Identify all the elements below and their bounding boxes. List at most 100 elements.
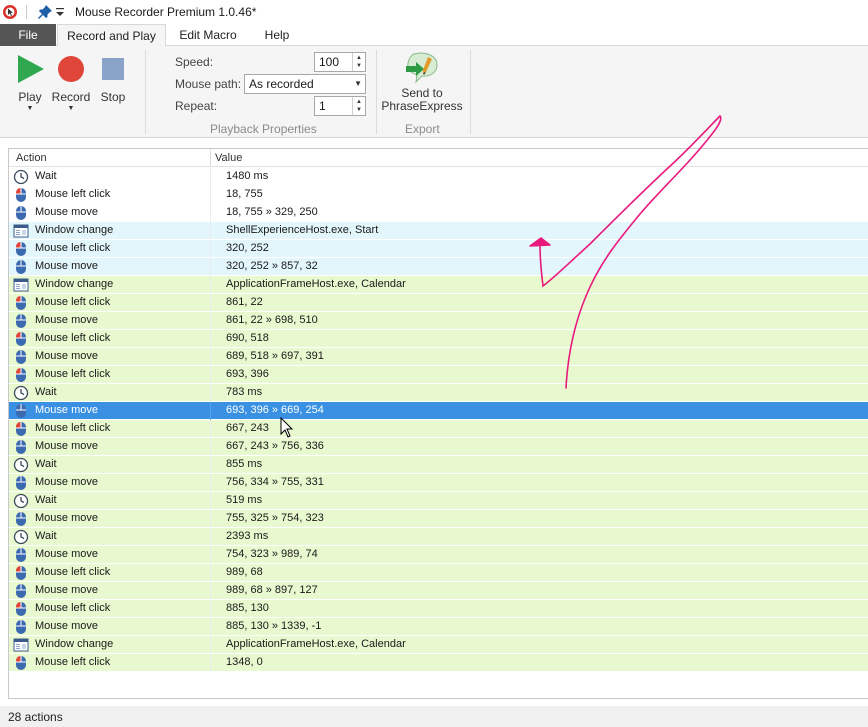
row-action: Mouse left click xyxy=(35,656,111,668)
table-row[interactable]: Window change ShellExperienceHost.exe, St… xyxy=(9,222,868,240)
mouse-icon xyxy=(13,349,29,365)
column-header-action[interactable]: Action xyxy=(16,152,47,164)
stop-label: Stop xyxy=(100,90,126,104)
row-value: 18, 755 » 329, 250 xyxy=(226,206,318,218)
stop-button[interactable]: Stop xyxy=(93,54,133,104)
tab-file[interactable]: File xyxy=(0,24,56,46)
repeat-spin-arrows[interactable]: ▲ ▼ xyxy=(352,97,365,115)
mouse-icon xyxy=(13,619,29,635)
row-value: 667, 243 xyxy=(226,422,269,434)
row-action: Wait xyxy=(35,494,57,506)
table-row[interactable]: Mouse left click 18, 755 xyxy=(9,186,868,204)
table-row[interactable]: Mouse left click 861, 22 xyxy=(9,294,868,312)
speed-spin-arrows[interactable]: ▲ ▼ xyxy=(352,53,365,71)
mouse-icon xyxy=(13,547,29,563)
record-button[interactable]: Record ▼ xyxy=(51,54,91,113)
play-button[interactable]: Play ▼ xyxy=(10,54,50,113)
table-row[interactable]: Window change ApplicationFrameHost.exe, C… xyxy=(9,276,868,294)
quick-access-dropdown-icon[interactable] xyxy=(55,6,65,18)
table-row[interactable]: Mouse move 18, 755 » 329, 250 xyxy=(9,204,868,222)
table-row[interactable]: Mouse move 667, 243 » 756, 336 xyxy=(9,438,868,456)
ribbon-group-separator xyxy=(470,50,471,134)
mouse-icon xyxy=(13,205,29,221)
cell-separator xyxy=(210,384,211,402)
mouse-icon xyxy=(13,259,29,275)
tab-edit-macro[interactable]: Edit Macro xyxy=(166,24,250,46)
cell-separator xyxy=(210,600,211,618)
pin-icon[interactable] xyxy=(37,4,53,20)
repeat-stepper[interactable]: 1 ▲ ▼ xyxy=(314,96,366,116)
mouse-icon xyxy=(13,439,29,455)
row-action: Mouse left click xyxy=(35,368,111,380)
table-row[interactable]: Mouse move 689, 518 » 697, 391 xyxy=(9,348,868,366)
row-action: Mouse left click xyxy=(35,602,111,614)
row-value: 756, 334 » 755, 331 xyxy=(226,476,324,488)
table-row[interactable]: Mouse move 756, 334 » 755, 331 xyxy=(9,474,868,492)
table-row[interactable]: Mouse left click 667, 243 xyxy=(9,420,868,438)
column-separator[interactable] xyxy=(210,149,211,167)
mouse-path-label: Mouse path: xyxy=(175,77,242,91)
cell-separator xyxy=(210,294,211,312)
tab-help[interactable]: Help xyxy=(250,24,304,46)
record-dropdown-icon[interactable]: ▼ xyxy=(68,105,75,113)
title-bar: Mouse Recorder Premium 1.0.46* xyxy=(0,0,868,24)
table-row[interactable]: Mouse move 885, 130 » 1339, -1 xyxy=(9,618,868,636)
row-action: Wait xyxy=(35,530,57,542)
play-label: Play xyxy=(18,90,42,104)
cell-separator xyxy=(210,636,211,654)
row-value: 755, 325 » 754, 323 xyxy=(226,512,324,524)
row-action: Mouse left click xyxy=(35,242,111,254)
cell-separator xyxy=(210,420,211,438)
play-dropdown-icon[interactable]: ▼ xyxy=(27,105,34,113)
table-row[interactable]: Mouse move 754, 323 » 989, 74 xyxy=(9,546,868,564)
table-row[interactable]: Mouse left click 989, 68 xyxy=(9,564,868,582)
table-row[interactable]: Wait 519 ms xyxy=(9,492,868,510)
mouse-icon xyxy=(13,403,29,419)
table-row[interactable]: Wait 855 ms xyxy=(9,456,868,474)
table-row[interactable]: Mouse left click 1348, 0 xyxy=(9,654,868,672)
mouse-left-click-icon xyxy=(13,187,29,203)
table-row[interactable]: Mouse left click 690, 518 xyxy=(9,330,868,348)
table-row[interactable]: Mouse move 989, 68 » 897, 127 xyxy=(9,582,868,600)
row-value: 689, 518 » 697, 391 xyxy=(226,350,324,362)
table-row[interactable]: Mouse left click 693, 396 xyxy=(9,366,868,384)
table-row[interactable]: Mouse move 755, 325 » 754, 323 xyxy=(9,510,868,528)
send-to-phraseexpress-button[interactable]: Send to PhraseExpress xyxy=(380,52,464,113)
table-row-selected[interactable]: Mouse move 693, 396 » 669, 254 xyxy=(9,402,868,420)
row-action: Mouse move xyxy=(35,440,98,452)
row-value: 320, 252 » 857, 32 xyxy=(226,260,318,272)
mouse-left-click-icon xyxy=(13,421,29,437)
mouse-path-value: As recorded xyxy=(249,77,314,91)
row-action: Mouse left click xyxy=(35,422,111,434)
play-icon xyxy=(18,55,44,83)
cell-separator xyxy=(210,366,211,384)
table-row[interactable]: Wait 783 ms xyxy=(9,384,868,402)
actions-grid[interactable]: Action Value Wait 1480 ms Mouse left click… xyxy=(8,148,868,699)
grid-rows: Wait 1480 ms Mouse left click 18, 755 Mouse … xyxy=(9,168,868,672)
ribbon-group-separator xyxy=(145,50,146,134)
row-value: ApplicationFrameHost.exe, Calendar xyxy=(226,638,406,650)
table-row[interactable]: Mouse left click 320, 252 xyxy=(9,240,868,258)
mouse-path-select[interactable]: As recorded ▼ xyxy=(244,74,366,94)
table-row[interactable]: Window change ApplicationFrameHost.exe, C… xyxy=(9,636,868,654)
app-icon[interactable] xyxy=(2,4,18,20)
speed-stepper[interactable]: 100 ▲ ▼ xyxy=(314,52,366,72)
mouse-icon xyxy=(13,511,29,527)
row-action: Window change xyxy=(35,224,114,236)
mouse-left-click-icon xyxy=(13,241,29,257)
cell-separator xyxy=(210,312,211,330)
table-row[interactable]: Mouse move 320, 252 » 857, 32 xyxy=(9,258,868,276)
title-separator xyxy=(26,5,27,19)
table-row[interactable]: Wait 2393 ms xyxy=(9,528,868,546)
row-value: 885, 130 xyxy=(226,602,269,614)
status-bar: 28 actions xyxy=(0,706,868,727)
table-row[interactable]: Wait 1480 ms xyxy=(9,168,868,186)
row-value: 861, 22 xyxy=(226,296,263,308)
row-value: 754, 323 » 989, 74 xyxy=(226,548,318,560)
table-row[interactable]: Mouse move 861, 22 » 698, 510 xyxy=(9,312,868,330)
table-row[interactable]: Mouse left click 885, 130 xyxy=(9,600,868,618)
column-header-value[interactable]: Value xyxy=(215,152,242,164)
tab-record-and-play[interactable]: Record and Play xyxy=(57,24,166,47)
row-action: Mouse left click xyxy=(35,188,111,200)
window-icon xyxy=(13,637,29,653)
